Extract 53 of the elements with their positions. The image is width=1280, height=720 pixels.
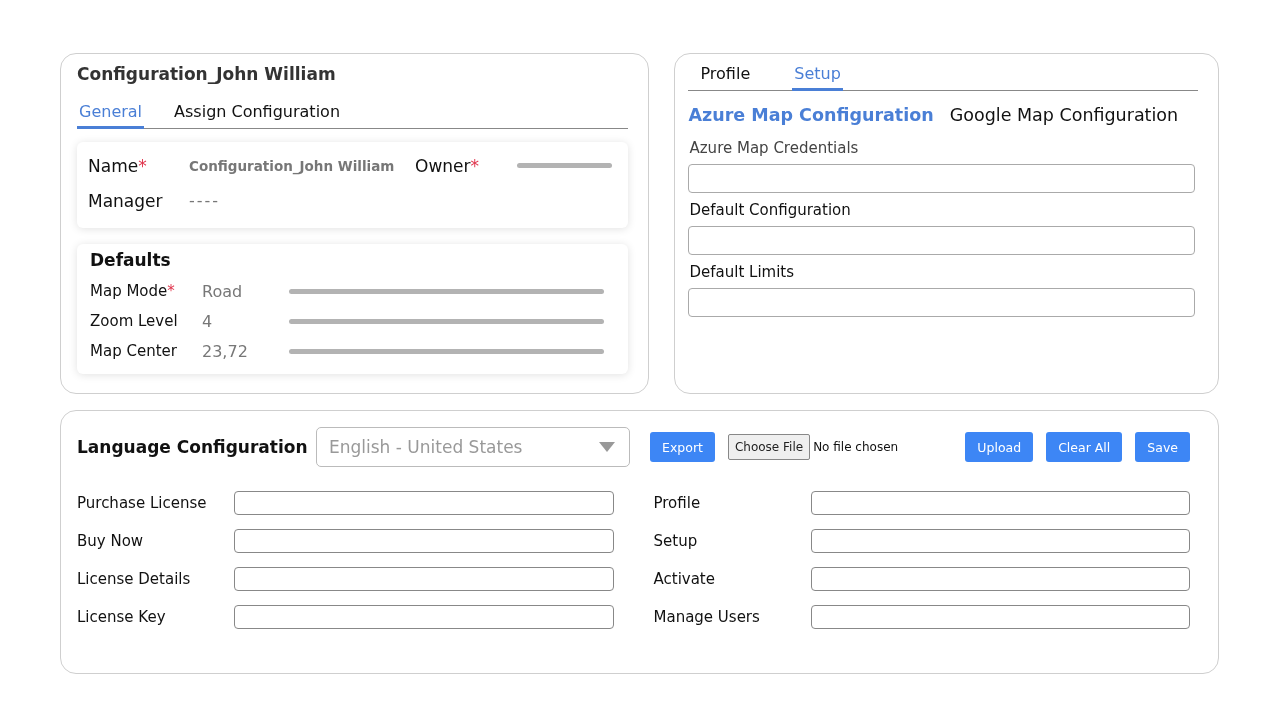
field-label: Azure Map Credentials bbox=[689, 139, 860, 157]
field-label: Purchase License bbox=[77, 494, 208, 512]
field-value: Road bbox=[202, 281, 244, 301]
tab[interactable]: Assign Configuration bbox=[172, 98, 342, 129]
field-label: Owner* bbox=[415, 155, 479, 176]
file-status: No file chosen bbox=[813, 440, 899, 454]
input-field[interactable] bbox=[688, 226, 1196, 255]
action-button[interactable]: Clear All bbox=[1046, 432, 1123, 462]
field-label: Setup bbox=[653, 532, 699, 550]
field-value: Configuration_John William bbox=[189, 157, 396, 174]
field-label: License Key bbox=[77, 608, 167, 626]
input-field[interactable] bbox=[234, 529, 614, 553]
input-field[interactable] bbox=[688, 288, 1196, 317]
required-mark: * bbox=[167, 282, 175, 300]
input-field[interactable] bbox=[810, 491, 1190, 515]
field-label: Map Center bbox=[90, 342, 178, 360]
language-dropdown[interactable]: English - United States bbox=[316, 427, 630, 467]
section-title: Language Configuration bbox=[77, 437, 309, 457]
tab[interactable]: General bbox=[77, 98, 145, 129]
action-button[interactable]: Save bbox=[1135, 432, 1190, 462]
field-label: Manage Users bbox=[653, 608, 761, 626]
caret-icon bbox=[599, 442, 615, 452]
input-field[interactable] bbox=[810, 529, 1190, 553]
field-label: Buy Now bbox=[77, 532, 145, 550]
section-tab[interactable]: Azure Map Configuration bbox=[688, 105, 934, 125]
export-button[interactable]: Export bbox=[650, 432, 715, 462]
field-label: Activate bbox=[653, 570, 716, 588]
field-label: Zoom Level bbox=[90, 312, 179, 330]
field-label: Default Configuration bbox=[689, 201, 852, 219]
input-field[interactable] bbox=[688, 164, 1196, 193]
section-title: Defaults bbox=[90, 250, 172, 270]
input-field[interactable] bbox=[234, 491, 614, 515]
input-field[interactable] bbox=[810, 567, 1190, 591]
field-label: Profile bbox=[653, 494, 702, 512]
tab[interactable]: Setup bbox=[792, 60, 843, 91]
input-field[interactable] bbox=[234, 567, 614, 591]
field-label: Manager bbox=[88, 190, 164, 211]
field-label: Map Mode* bbox=[90, 282, 176, 300]
input-field[interactable] bbox=[234, 605, 614, 629]
input-field[interactable] bbox=[810, 605, 1190, 629]
required-mark: * bbox=[470, 155, 479, 176]
field-value: ---- bbox=[189, 191, 221, 210]
tab[interactable]: Profile bbox=[698, 60, 753, 91]
field-label: License Details bbox=[77, 570, 192, 588]
action-button[interactable]: Upload bbox=[965, 432, 1034, 462]
field-label: Name* bbox=[88, 155, 148, 176]
section-tab[interactable]: Google Map Configuration bbox=[949, 105, 1179, 125]
field-label: Default Limits bbox=[689, 263, 796, 281]
required-mark: * bbox=[138, 155, 147, 176]
card-title: Configuration_John William bbox=[77, 64, 337, 84]
choose-file-button[interactable]: Choose File bbox=[727, 434, 811, 460]
field-value: 4 bbox=[202, 311, 214, 331]
field-value: 23,72 bbox=[202, 341, 249, 361]
